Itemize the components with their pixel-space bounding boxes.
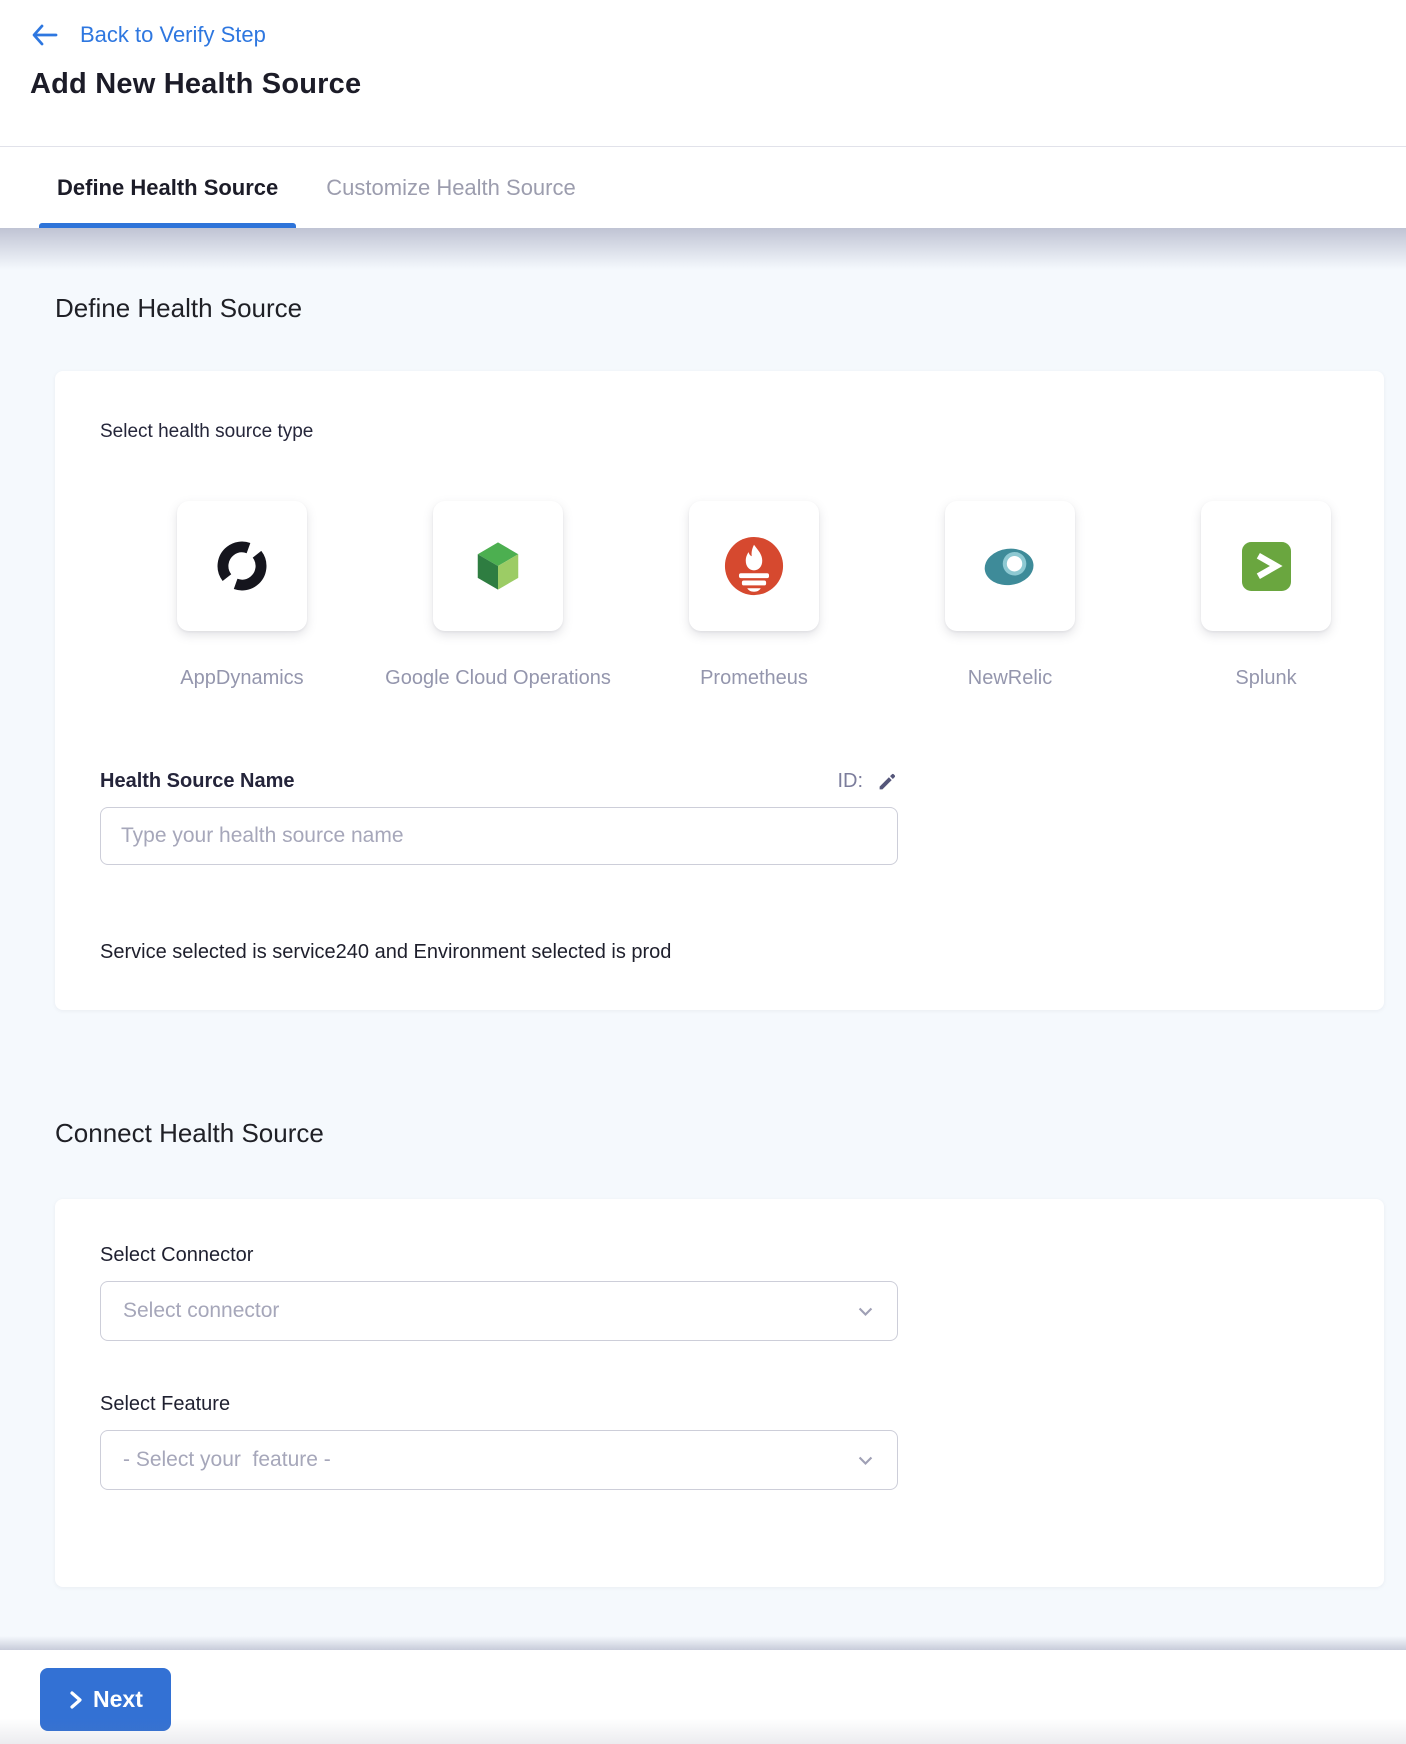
prometheus-icon — [723, 535, 785, 597]
chevron-down-icon — [856, 1451, 875, 1470]
select-feature-label: Select Feature — [100, 1393, 1339, 1416]
source-card-google-cloud-operations[interactable] — [433, 501, 563, 631]
page-title: Add New Health Source — [30, 68, 1406, 101]
tab-bar: Define Health Source Customize Health So… — [0, 147, 1406, 228]
id-label: ID: — [837, 770, 863, 793]
back-arrow-icon[interactable] — [30, 23, 58, 47]
connect-panel: Select Connector Select connector Select… — [55, 1199, 1384, 1587]
define-section-heading: Define Health Source — [55, 228, 1406, 324]
select-connector-label: Select Connector — [100, 1244, 1339, 1267]
add-health-source-page: Back to Verify Step Add New Health Sourc… — [0, 0, 1406, 1744]
health-source-type-row — [177, 501, 1339, 631]
connector-dropdown[interactable]: Select connector — [100, 1281, 898, 1341]
newrelic-icon — [981, 542, 1039, 590]
source-label-prometheus: Prometheus — [700, 667, 808, 690]
source-label-splunk: Splunk — [1235, 667, 1296, 690]
health-source-name-input[interactable] — [100, 807, 898, 865]
service-environment-note: Service selected is service240 and Envir… — [100, 941, 1339, 964]
tab-define-health-source[interactable]: Define Health Source — [39, 147, 296, 228]
select-type-label: Select health source type — [100, 421, 1339, 443]
source-card-splunk[interactable] — [1201, 501, 1331, 631]
connect-section-heading: Connect Health Source — [55, 1118, 1406, 1149]
source-card-prometheus[interactable] — [689, 501, 819, 631]
feature-dropdown-placeholder: - Select your feature - — [123, 1448, 331, 1472]
splunk-icon — [1242, 542, 1291, 591]
connector-dropdown-placeholder: Select connector — [123, 1299, 279, 1323]
source-label-newrelic: NewRelic — [968, 667, 1052, 690]
page-header: Back to Verify Step Add New Health Sourc… — [0, 0, 1406, 147]
source-label-google-cloud-operations: Google Cloud Operations — [385, 667, 611, 690]
back-link-label[interactable]: Back to Verify Step — [80, 22, 266, 48]
next-button-label: Next — [93, 1686, 143, 1713]
health-source-type-labels: AppDynamics Google Cloud Operations Prom… — [177, 667, 1339, 690]
source-card-appdynamics[interactable] — [177, 501, 307, 631]
feature-dropdown[interactable]: - Select your feature - — [100, 1430, 898, 1490]
id-group: ID: — [837, 770, 898, 793]
define-panel: Select health source type — [55, 371, 1384, 1010]
next-button[interactable]: Next — [40, 1668, 171, 1731]
google-cloud-operations-icon — [471, 539, 525, 593]
appdynamics-icon — [213, 537, 271, 595]
health-source-name-label: Health Source Name — [100, 770, 295, 793]
tab-customize-health-source[interactable]: Customize Health Source — [308, 147, 593, 228]
chevron-right-icon — [68, 1690, 83, 1710]
chevron-down-icon — [856, 1302, 875, 1321]
edit-id-pencil-icon[interactable] — [877, 771, 898, 792]
source-card-newrelic[interactable] — [945, 501, 1075, 631]
wizard-footer: Next — [0, 1650, 1406, 1744]
back-to-verify-link[interactable]: Back to Verify Step — [30, 22, 266, 48]
wizard-content: Define Health Source Select health sourc… — [0, 228, 1406, 1650]
source-label-appdynamics: AppDynamics — [180, 667, 303, 690]
health-source-name-row: Health Source Name ID: — [100, 770, 898, 793]
